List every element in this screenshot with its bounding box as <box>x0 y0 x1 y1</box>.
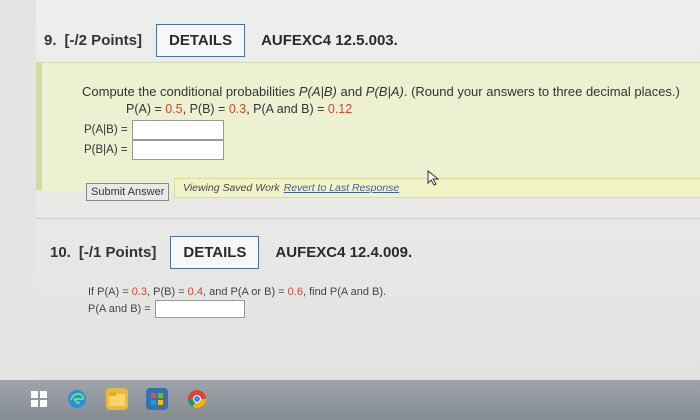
q10-text-start: If P(A) = <box>88 286 132 298</box>
q10-paorb-value: 0.6 <box>287 286 303 298</box>
edge-icon[interactable] <box>66 388 88 410</box>
q10-details-button[interactable]: DETAILS <box>170 236 260 269</box>
q9-prompt-and: and <box>336 84 366 99</box>
answer2-label: P(B|A) = <box>84 144 128 156</box>
q9-details-button[interactable]: DETAILS <box>156 24 246 57</box>
answer1-input[interactable] <box>131 120 224 140</box>
q10-answer-input[interactable] <box>154 300 245 318</box>
left-margin <box>0 0 36 380</box>
q10-prompt: If P(A) = 0.3, P(B) = 0.4, and P(A or B)… <box>88 286 386 298</box>
q9-header: 9. [-/2 Points] DETAILS AUFEXC4 12.5.003… <box>44 24 398 57</box>
question-divider <box>36 218 700 219</box>
q10-text-mid2: , and P(A or B) = <box>202 286 288 298</box>
q9-answer1-row: P(A|B) = <box>84 120 224 140</box>
q9-number: 9. <box>44 32 57 49</box>
given-pa-value: 0.5 <box>165 102 183 116</box>
given-pab-value: 0.12 <box>327 102 353 116</box>
q9-left-bar <box>36 62 42 190</box>
given-pb-value: 0.3 <box>228 102 247 116</box>
q10-code: AUFEXC4 12.4.009. <box>275 244 413 261</box>
q10-pa-value: 0.3 <box>131 286 148 298</box>
q9-prompt-p1: P(A|B) <box>298 84 337 99</box>
q10-text-end: , find P(A and B). <box>302 286 387 298</box>
q9-code: AUFEXC4 12.5.003. <box>261 32 398 49</box>
q9-answer2-row: P(B|A) = <box>84 140 224 160</box>
q10-answer-label: P(A and B) = <box>88 303 151 315</box>
store-icon[interactable] <box>146 388 168 410</box>
q10-answer-row: P(A and B) = <box>88 300 245 318</box>
given-pa-label: P(A) = <box>126 102 166 116</box>
answer2-input[interactable] <box>131 140 224 160</box>
windows-start-icon[interactable] <box>28 388 50 410</box>
q9-points: [-/2 Points] <box>64 32 143 49</box>
q10-points: [-/1 Points] <box>78 244 157 261</box>
q10-text-mid1: , P(B) = <box>147 286 188 298</box>
q9-prompt-p2: P(B|A) <box>365 84 404 99</box>
revert-link[interactable]: Revert to Last Response <box>284 182 400 194</box>
q10-header: 10. [-/1 Points] DETAILS AUFEXC4 12.4.00… <box>50 236 412 269</box>
q9-prompt-end: . (Round your answers to three decimal p… <box>403 84 680 99</box>
given-pb-label: , P(B) = <box>182 102 229 116</box>
given-pab-label: , P(A and B) = <box>246 102 328 116</box>
q10-pb-value: 0.4 <box>187 286 203 298</box>
q9-given-values: P(A) = 0.5, P(B) = 0.3, P(A and B) = 0.1… <box>126 102 352 116</box>
windows-taskbar <box>0 380 700 420</box>
answer1-label: P(A|B) = <box>84 124 128 136</box>
chrome-icon[interactable] <box>186 388 208 410</box>
saved-work-text: Viewing Saved Work <box>183 182 280 194</box>
q9-prompt: Compute the conditional probabilities P(… <box>82 84 680 99</box>
q9-prompt-start: Compute the conditional probabilities <box>82 84 299 99</box>
file-explorer-icon[interactable] <box>106 388 128 410</box>
q10-number: 10. <box>50 244 71 261</box>
submit-answer-button[interactable]: Submit Answer <box>86 183 170 201</box>
mouse-cursor-icon <box>427 170 440 186</box>
